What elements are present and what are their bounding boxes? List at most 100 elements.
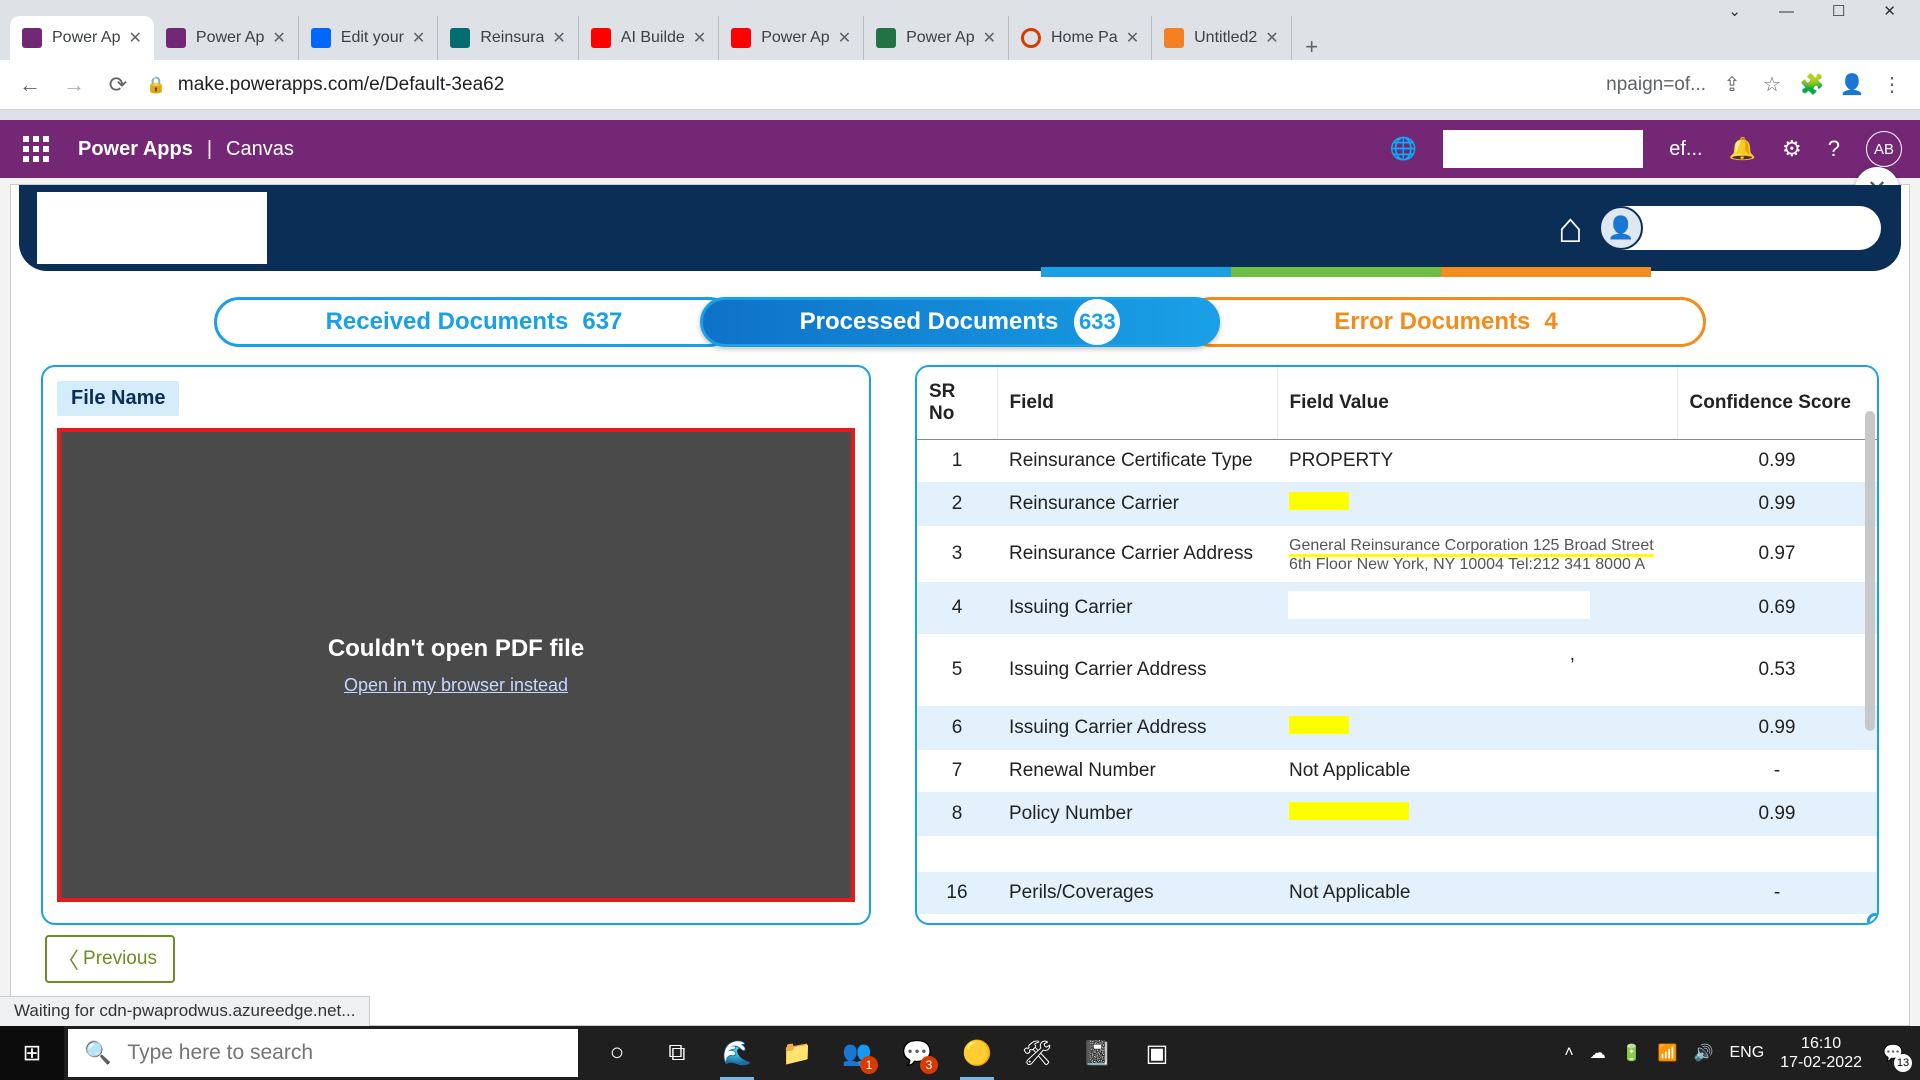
chrome-icon[interactable]: 🟡 [960, 1036, 994, 1070]
tab-close-icon[interactable]: ✕ [983, 28, 996, 48]
profile-avatar-icon[interactable]: 👤 [1838, 71, 1866, 99]
env-tail: ef... [1669, 138, 1702, 161]
help-question-icon[interactable]: ? [1828, 136, 1840, 162]
table-row[interactable]: 5Issuing Carrier Address,0.53 [917, 634, 1877, 706]
kebab-menu-icon[interactable]: ⋮ [1878, 71, 1906, 99]
language-indicator[interactable]: ENG [1729, 1044, 1764, 1062]
start-button[interactable]: ⊞ [0, 1026, 64, 1080]
powertoys-icon[interactable]: 🛠 [1020, 1036, 1054, 1070]
tab-close-icon[interactable]: ✕ [272, 28, 285, 48]
cell-value [1277, 482, 1677, 526]
browser-tab[interactable]: Untitled2 ✕ [1152, 16, 1292, 60]
window-dropdown-icon[interactable]: ⌄ [1728, 2, 1741, 20]
settings-gear-icon[interactable]: ⚙ [1782, 136, 1802, 162]
browser-tab[interactable]: Power Ap ✕ [10, 16, 154, 60]
previous-button[interactable]: 〈 Previous [45, 935, 175, 983]
new-tab-button[interactable]: + [1292, 34, 1332, 60]
browser-tab[interactable]: Power Ap ✕ [719, 16, 864, 60]
cell-field: Issuing Carrier Address [997, 634, 1277, 706]
table-row[interactable]: 16Perils/CoveragesNot Applicable- [917, 872, 1877, 914]
table-row[interactable]: 7Renewal NumberNot Applicable- [917, 750, 1877, 792]
tab-close-icon[interactable]: ✕ [412, 28, 425, 48]
browser-tab[interactable]: Edit your✕ [299, 16, 439, 60]
browser-tab[interactable]: AI Builde ✕ [579, 16, 719, 60]
tab-title: Power Ap [52, 29, 120, 47]
tray-chevron-icon[interactable]: ˄ [1564, 1044, 1573, 1062]
search-input[interactable] [127, 1041, 562, 1065]
share-icon[interactable]: ⇪ [1718, 71, 1746, 99]
wifi-icon[interactable]: 📶 [1658, 1043, 1678, 1063]
app-logo-placeholder [37, 192, 267, 264]
windows-search[interactable]: 🔍 [68, 1029, 578, 1077]
user-pill[interactable]: 👤 [1601, 206, 1881, 250]
browser-tab[interactable]: Power Ap✕ [864, 16, 1009, 60]
window-maximize-icon[interactable]: ☐ [1832, 2, 1845, 20]
processed-count: 633 [1074, 299, 1120, 345]
edge-icon[interactable]: 🌊 [720, 1036, 754, 1070]
tab-close-icon[interactable]: ✕ [693, 28, 706, 48]
table-scrollbar[interactable] [1865, 411, 1875, 731]
teams-icon[interactable]: 👥1 [840, 1036, 874, 1070]
tab-favicon-icon [731, 28, 751, 48]
address-bar[interactable]: 🔒 make.powerapps.com/e/Default-3ea62 npa… [146, 74, 1706, 96]
globe-icon[interactable]: 🌐 [1390, 136, 1417, 162]
environment-picker[interactable] [1443, 130, 1643, 168]
browser-tab[interactable]: Home Pa✕ [1009, 16, 1152, 60]
cell-sr: 16 [917, 872, 997, 914]
browser-reload-button[interactable]: ⟳ [102, 69, 134, 101]
volume-icon[interactable]: 🔊 [1694, 1043, 1714, 1063]
tab-favicon-icon [1164, 28, 1184, 48]
open-in-browser-link[interactable]: Open in my browser instead [344, 675, 568, 696]
table-row[interactable]: 8Policy Number0.99 [917, 792, 1877, 836]
notebook-icon[interactable]: 📓 [1080, 1036, 1114, 1070]
browser-status-text: Waiting for cdn-pwaprodwus.azureedge.net… [0, 996, 370, 1026]
cortana-icon[interactable]: ○ [600, 1036, 634, 1070]
browser-tab[interactable]: Reinsura✕ [438, 16, 578, 60]
cell-sr: 5 [917, 634, 997, 706]
table-row[interactable]: 4Issuing Carrier0.69 [917, 582, 1877, 634]
error-documents-tab[interactable]: Error Documents 4 [1186, 297, 1706, 347]
table-row[interactable]: 1Reinsurance Certificate TypePROPERTY0.9… [917, 440, 1877, 483]
received-documents-tab[interactable]: Received Documents 637 [214, 297, 734, 347]
cell-field: Issuing Carrier Address [997, 706, 1277, 750]
cell-sr: 4 [917, 582, 997, 634]
extensions-puzzle-icon[interactable]: 🧩 [1798, 71, 1826, 99]
pdf-viewer-error: Couldn't open PDF file Open in my browse… [57, 428, 855, 902]
bookmark-star-icon[interactable]: ☆ [1758, 71, 1786, 99]
terminal-icon[interactable]: ▣ [1140, 1036, 1174, 1070]
tab-favicon-icon [876, 28, 896, 48]
resize-handle-icon[interactable] [1867, 913, 1879, 925]
tab-close-icon[interactable]: ✕ [128, 28, 141, 48]
cell-confidence: 0.99 [1677, 482, 1877, 526]
browser-back-button[interactable]: ← [14, 69, 46, 101]
window-minimize-icon[interactable]: — [1779, 3, 1794, 20]
tab-close-icon[interactable]: ✕ [838, 28, 851, 48]
tab-title: Power Ap [761, 29, 829, 47]
tab-favicon-icon [22, 28, 42, 48]
battery-icon[interactable]: 🔋 [1622, 1043, 1642, 1063]
home-icon[interactable]: ⌂ [1558, 204, 1583, 252]
tab-close-icon[interactable]: ✕ [552, 28, 565, 48]
table-row[interactable]: 3Reinsurance Carrier AddressGeneral Rein… [917, 526, 1877, 582]
onedrive-icon[interactable]: ☁ [1590, 1043, 1606, 1063]
cell-confidence: - [1677, 872, 1877, 914]
skype-icon[interactable]: 💬3 [900, 1036, 934, 1070]
table-row[interactable]: 2Reinsurance Carrier0.99 [917, 482, 1877, 526]
table-row[interactable]: 6Issuing Carrier Address0.99 [917, 706, 1877, 750]
browser-tab[interactable]: Power Ap✕ [154, 16, 299, 60]
tab-title: AI Builde [621, 29, 685, 47]
notifications-bell-icon[interactable]: 🔔 [1729, 136, 1756, 162]
table-row[interactable]: 24ExclusionsNot Applicable- [917, 914, 1877, 925]
tab-close-icon[interactable]: ✕ [1265, 28, 1278, 48]
clock[interactable]: 16:10 17-02-2022 [1780, 1034, 1862, 1072]
user-avatar[interactable]: AB [1866, 131, 1902, 167]
file-explorer-icon[interactable]: 📁 [780, 1036, 814, 1070]
task-view-icon[interactable]: ⧉ [660, 1036, 694, 1070]
processed-documents-tab[interactable]: Processed Documents 633 [700, 297, 1220, 347]
tab-close-icon[interactable]: ✕ [1126, 28, 1139, 48]
app-launcher-waffle-icon[interactable] [18, 131, 54, 167]
tab-title: Untitled2 [1194, 29, 1257, 47]
action-center-icon[interactable]: 💬13 [1878, 1038, 1908, 1068]
cell-field: Renewal Number [997, 750, 1277, 792]
window-close-icon[interactable]: ✕ [1883, 2, 1896, 20]
